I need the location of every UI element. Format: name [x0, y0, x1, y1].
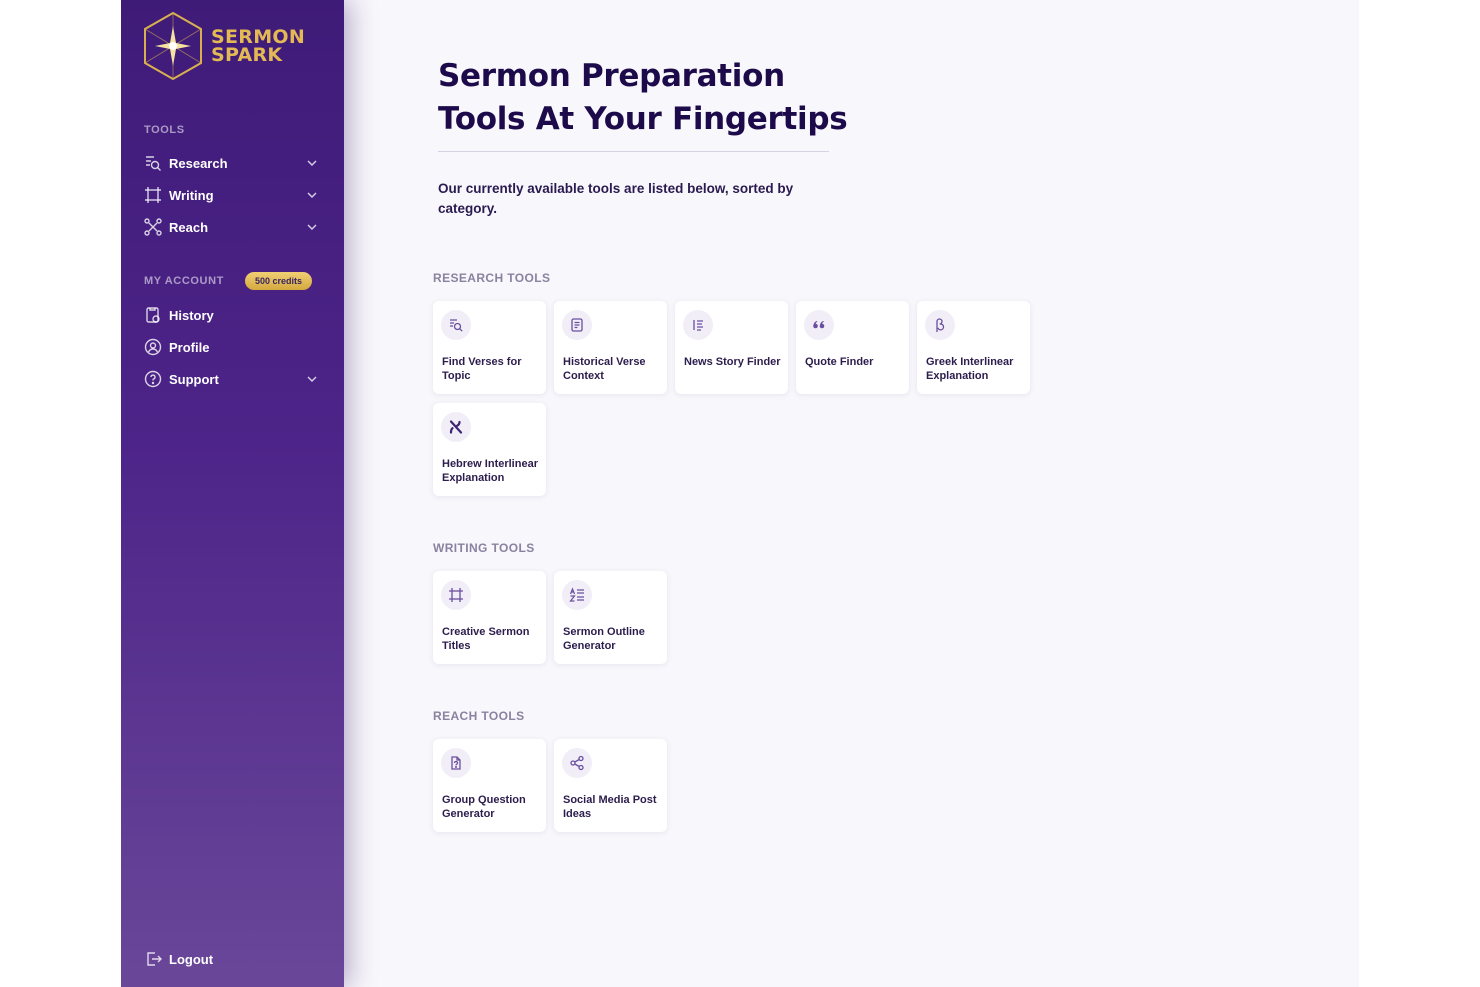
tool-card-historical-context[interactable]: Historical Verse Context [554, 301, 667, 394]
tool-card-sermon-titles[interactable]: Creative Sermon Titles [433, 571, 546, 664]
profile-icon [144, 338, 162, 356]
title-divider [438, 151, 829, 152]
tool-card-label: Creative Sermon Titles [442, 626, 530, 652]
sidebar-item-profile[interactable]: Profile [144, 335, 319, 359]
sidebar-item-label: Reach [169, 219, 209, 235]
list-icon [683, 310, 713, 340]
tool-card-quote-finder[interactable]: Quote Finder [796, 301, 909, 394]
chevron-down-icon [307, 192, 317, 198]
tool-card-label: Find Verses for Topic [442, 356, 522, 382]
logo[interactable]: SERMON SPARK [141, 10, 306, 82]
tool-card-news-story[interactable]: News Story Finder [675, 301, 788, 394]
tool-card-social-media[interactable]: Social Media Post Ideas [554, 739, 667, 832]
share-icon [562, 748, 592, 778]
sidebar-item-history[interactable]: History [144, 303, 319, 327]
tool-card-group-questions[interactable]: Group Question Generator [433, 739, 546, 832]
tool-card-label: Sermon Outline Generator [563, 626, 645, 652]
tool-card-label: Social Media Post Ideas [563, 794, 657, 820]
quote-icon [804, 310, 834, 340]
frame-icon [441, 580, 471, 610]
chevron-down-icon [307, 160, 317, 166]
sort-alpha-icon [562, 580, 592, 610]
search-list-icon [441, 310, 471, 340]
history-icon [144, 306, 162, 324]
sidebar-item-label: Profile [169, 339, 210, 355]
sidebar-item-support[interactable]: Support [144, 367, 319, 391]
tool-card-label: News Story Finder [684, 356, 781, 368]
main-content: Sermon Preparation Tools At Your Fingert… [344, 0, 1359, 987]
tool-card-outline-generator[interactable]: Sermon Outline Generator [554, 571, 667, 664]
tool-card-label: Quote Finder [805, 356, 874, 368]
category-label-research: RESEARCH TOOLS [433, 271, 551, 285]
tool-card-label: Hebrew Interlinear Explanation [442, 458, 538, 484]
page-title-line-1: Sermon Preparation [438, 58, 785, 94]
category-label-reach: REACH TOOLS [433, 709, 525, 723]
sidebar-item-label: Writing [169, 187, 214, 203]
logout-button[interactable]: Logout [144, 947, 319, 971]
tool-card-greek-interlinear[interactable]: Greek Interlinear Explanation [917, 301, 1030, 394]
chevron-down-icon [307, 224, 317, 230]
star-logo-icon [144, 11, 202, 81]
tool-card-find-verses[interactable]: Find Verses for Topic [433, 301, 546, 394]
aleph-icon [441, 412, 471, 442]
sidebar: SERMON SPARK TOOLS Research Writing Reac… [121, 0, 344, 987]
sidebar-item-label: Support [169, 371, 219, 387]
logo-line-2: SPARK [211, 44, 283, 66]
sidebar-item-writing[interactable]: Writing [144, 183, 319, 207]
help-icon [144, 370, 162, 388]
tools-section-label: TOOLS [144, 124, 185, 136]
page-title: Sermon Preparation Tools At Your Fingert… [438, 55, 858, 141]
tool-card-label: Historical Verse Context [563, 356, 646, 382]
credits-badge: 500 credits [245, 272, 313, 290]
account-section-label: MY ACCOUNT [144, 275, 224, 287]
sidebar-item-label: History [169, 307, 214, 323]
beta-icon [925, 310, 955, 340]
tool-card-hebrew-interlinear[interactable]: Hebrew Interlinear Explanation [433, 403, 546, 496]
network-icon [144, 218, 162, 236]
tool-card-label: Group Question Generator [442, 794, 526, 820]
logout-icon [144, 950, 162, 968]
sidebar-item-label: Research [169, 155, 228, 171]
page-title-line-2: Tools At Your Fingertips [438, 101, 848, 137]
frame-icon [144, 186, 162, 204]
chevron-down-icon [307, 376, 317, 382]
tool-card-label: Greek Interlinear Explanation [926, 356, 1014, 382]
search-list-icon [144, 154, 162, 172]
sidebar-item-reach[interactable]: Reach [144, 215, 319, 239]
document-icon [562, 310, 592, 340]
sidebar-item-research[interactable]: Research [144, 151, 319, 175]
app-window: SERMON SPARK TOOLS Research Writing Reac… [121, 0, 1359, 987]
file-question-icon [441, 748, 471, 778]
logo-text: SERMON SPARK [211, 28, 305, 66]
logout-label: Logout [169, 951, 214, 967]
intro-text: Our currently available tools are listed… [438, 181, 794, 216]
category-label-writing: WRITING TOOLS [433, 541, 535, 555]
